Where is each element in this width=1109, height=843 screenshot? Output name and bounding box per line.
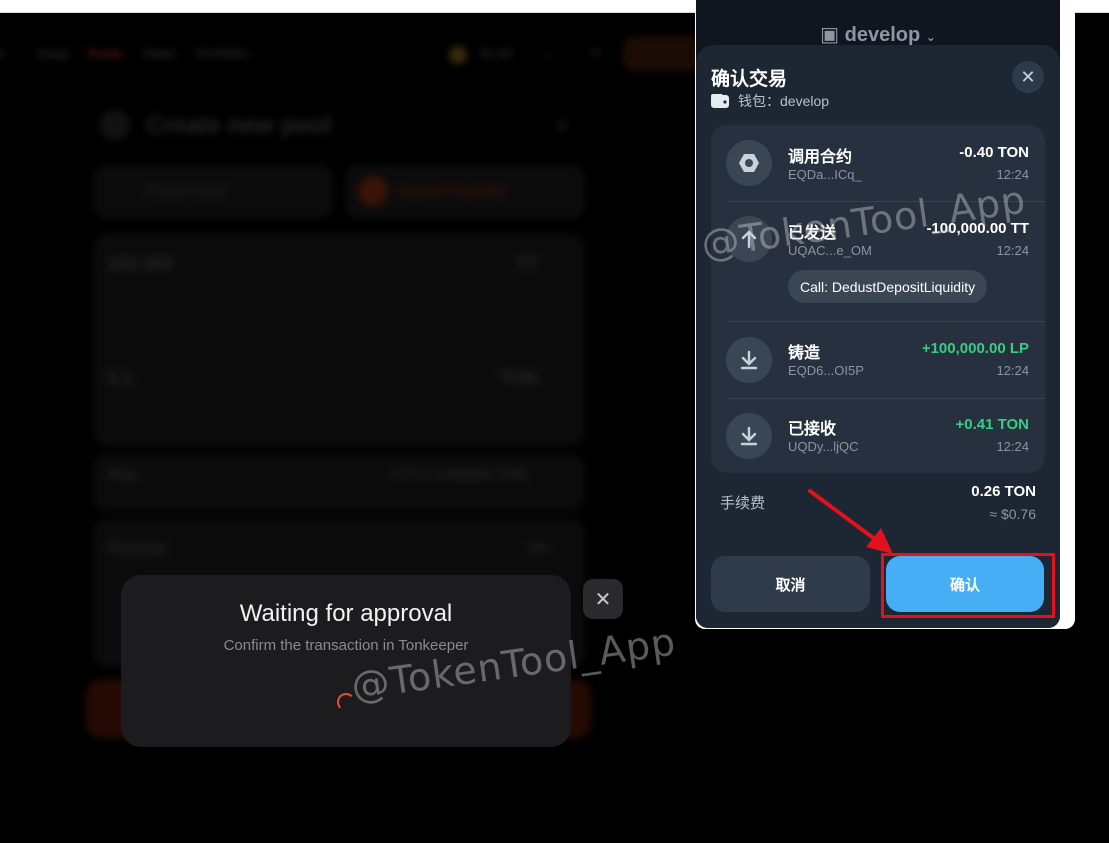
fee-amount: 0.26 TON [971, 483, 1036, 500]
action-title: 已接收 [788, 421, 837, 438]
action-address: EQDa...ICq_ [788, 167, 862, 182]
action-list: 调用合约 EQDa...ICq_ -0.40 TON 12:24 已发送 UQA… [711, 125, 1045, 473]
close-icon: ✕ [1020, 66, 1036, 87]
action-amount: +100,000.00 LP [921, 340, 1029, 357]
wallet-line: 钱包：develop [711, 91, 829, 111]
fee-fiat: ≈ $0.76 [989, 506, 1036, 522]
highlight-box [881, 553, 1055, 618]
action-amount: -0.40 TON [959, 144, 1029, 161]
wallet-icon [711, 94, 729, 108]
action-time: 12:24 [996, 439, 1029, 454]
action-item: 已接收 UQDy...ljQC +0.41 TON 12:24 [711, 399, 1045, 473]
action-address: UQDy...ljQC [788, 439, 859, 454]
waiting-title: Waiting for approval [239, 600, 453, 627]
chevron-down-icon: ⌄ [925, 30, 936, 44]
action-title: 铸造 [788, 345, 821, 362]
action-time: 12:24 [996, 243, 1029, 258]
sheet-title: 确认交易 [711, 69, 788, 90]
contract-icon [726, 140, 772, 186]
action-address: EQD6...OI5P [788, 363, 864, 378]
arrow-down-icon [726, 337, 772, 383]
close-dialog-button[interactable]: ✕ [583, 579, 623, 619]
fee-label: 手续费 [720, 495, 766, 512]
wallet-label: 钱包： [738, 93, 780, 109]
action-time: 12:24 [996, 363, 1029, 378]
wallet-name-top: develop [844, 24, 921, 46]
cancel-button[interactable]: 取消 [711, 556, 870, 612]
close-icon: ✕ [594, 588, 612, 611]
wallet-name: develop [780, 93, 830, 109]
tonkeeper-popup: ▣ develop ⌄ 确认交易 钱包：develop ✕ 调用合约 EQDa.… [696, 0, 1060, 628]
close-sheet-button[interactable]: ✕ [1012, 61, 1044, 93]
action-item: 铸造 EQD6...OI5P +100,000.00 LP 12:24 [711, 322, 1045, 398]
wallet-icon: ▣ [820, 24, 840, 46]
wallet-selector[interactable]: ▣ develop ⌄ [696, 22, 1060, 47]
arrow-down-icon [726, 413, 772, 459]
action-amount: +0.41 TON [955, 416, 1029, 433]
call-chip: Call: DedustDepositLiquidity [788, 270, 988, 303]
action-title: 调用合约 [788, 149, 853, 166]
confirm-transaction-sheet: 确认交易 钱包：develop ✕ 调用合约 EQDa...ICq_ -0.40… [696, 45, 1060, 628]
